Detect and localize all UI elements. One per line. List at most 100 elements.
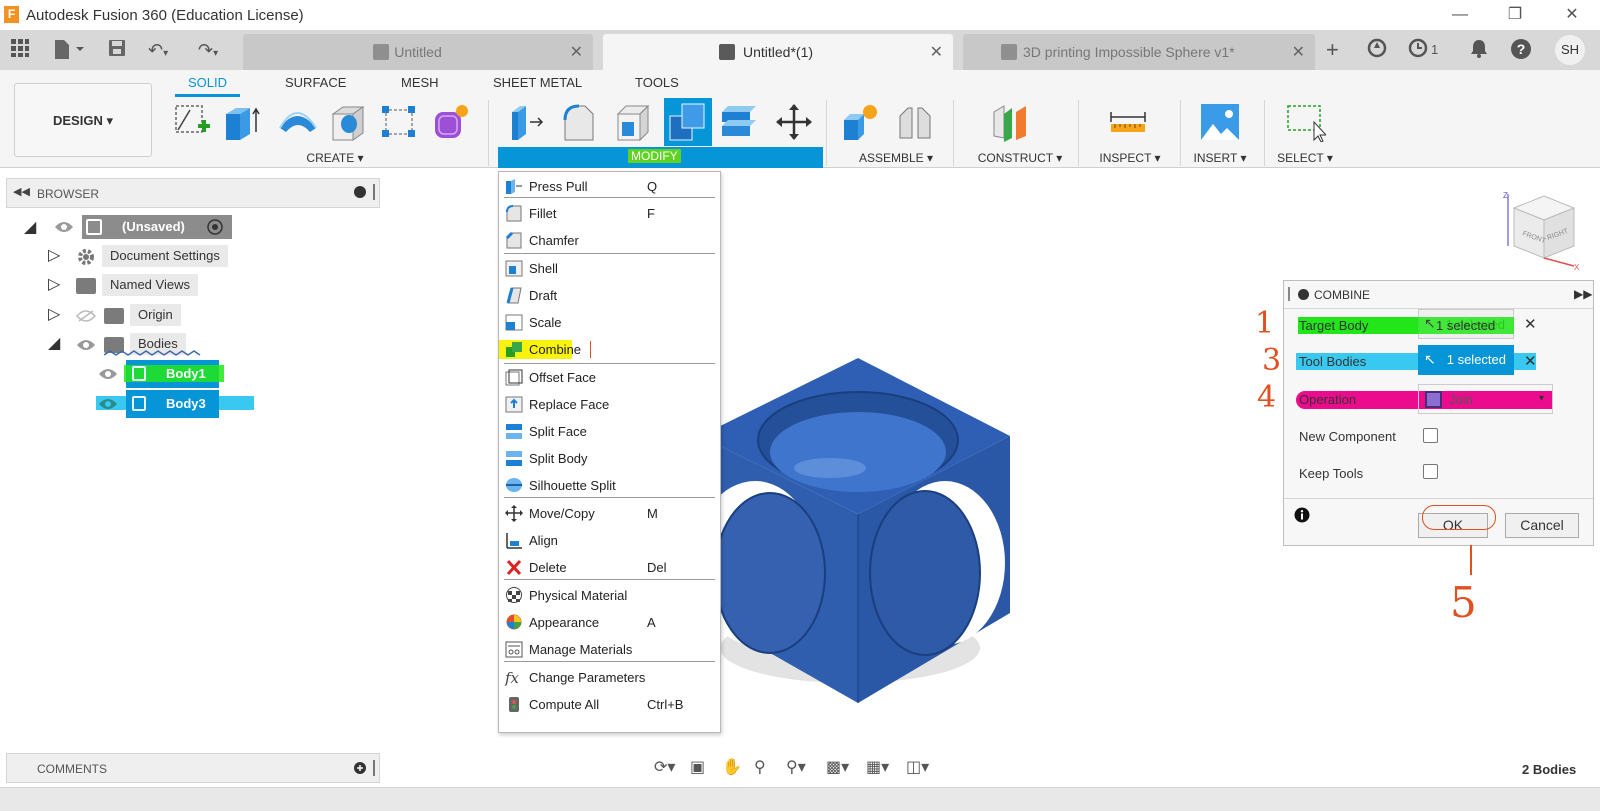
menu-item-split-body[interactable]: Split Body bbox=[499, 445, 720, 472]
tab-solid[interactable]: SOLID bbox=[188, 75, 227, 90]
pattern-icon[interactable] bbox=[378, 102, 420, 142]
menu-item-compute-all[interactable]: Compute All Ctrl+B bbox=[499, 691, 720, 718]
tab-untitled[interactable]: Untitled ✕ bbox=[243, 34, 593, 70]
menu-item-manage-materials[interactable]: Manage Materials bbox=[499, 636, 720, 663]
keep-tools-checkbox[interactable] bbox=[1423, 464, 1438, 479]
combine-icon[interactable] bbox=[664, 98, 712, 146]
tree-item-named-views[interactable]: ▷ Named Views bbox=[48, 274, 248, 298]
visibility-eye-icon[interactable] bbox=[76, 339, 96, 351]
collapse-browser-icon[interactable]: ◀◀ bbox=[13, 185, 30, 198]
expand-dialog-icon[interactable]: ▶▶ bbox=[1574, 287, 1592, 301]
job-status-icon[interactable] bbox=[1408, 38, 1428, 62]
extensions-icon[interactable] bbox=[1367, 38, 1387, 62]
measure-icon[interactable] bbox=[1107, 102, 1149, 142]
app-grid-icon[interactable] bbox=[10, 38, 30, 62]
viewports-icon[interactable]: ◫▾ bbox=[906, 757, 929, 777]
tab-sheet-metal[interactable]: SHEET METAL bbox=[493, 75, 582, 90]
tab-tools[interactable]: TOOLS bbox=[635, 75, 679, 90]
minimize-icon[interactable]: — bbox=[1440, 3, 1480, 27]
panel-grip-icon[interactable] bbox=[373, 760, 375, 776]
menu-item-chamfer[interactable]: Chamfer bbox=[499, 227, 720, 254]
user-avatar[interactable]: SH bbox=[1555, 35, 1585, 65]
menu-item-scale[interactable]: Scale bbox=[499, 309, 720, 336]
tree-item-bodies[interactable]: ◢ Bodies bbox=[48, 333, 248, 357]
comments-panel[interactable]: COMMENTS bbox=[6, 753, 380, 783]
joint-icon[interactable] bbox=[894, 102, 936, 142]
panel-grip-icon[interactable] bbox=[373, 184, 375, 200]
insert-menu[interactable]: INSERT ▾ bbox=[1185, 151, 1255, 165]
shell-icon[interactable] bbox=[612, 102, 654, 142]
hole-icon[interactable] bbox=[327, 102, 369, 142]
menu-item-delete[interactable]: Delete Del bbox=[499, 554, 720, 581]
select-window-icon[interactable] bbox=[1284, 102, 1328, 143]
restore-icon[interactable]: ❐ bbox=[1495, 3, 1535, 27]
clear-target-icon[interactable]: ✕ bbox=[1524, 315, 1537, 333]
create-form-icon[interactable] bbox=[430, 102, 472, 142]
browser-panel-header[interactable]: ◀◀ BROWSER bbox=[6, 178, 380, 208]
combine-dialog-header[interactable]: COMBINE ▶▶ bbox=[1284, 281, 1593, 309]
activate-component-icon[interactable] bbox=[206, 218, 224, 236]
menu-item-change-parameters[interactable]: fx Change Parameters bbox=[499, 664, 720, 691]
help-icon[interactable]: ? bbox=[1510, 38, 1532, 62]
tab-impossible-sphere[interactable]: 3D printing Impossible Sphere v1* ✕ bbox=[963, 34, 1315, 70]
grid-icon[interactable]: ▦▾ bbox=[866, 757, 889, 777]
visibility-eye-icon[interactable] bbox=[98, 368, 118, 380]
revolve-icon[interactable] bbox=[276, 102, 318, 142]
assemble-menu[interactable]: ASSEMBLE ▾ bbox=[846, 151, 946, 165]
file-menu-icon[interactable] bbox=[52, 38, 86, 62]
menu-item-press-pull[interactable]: Press Pull Q bbox=[499, 173, 720, 200]
menu-item-replace-face[interactable]: Replace Face bbox=[499, 391, 720, 418]
viewcube[interactable]: FRONT RIGHT Z X bbox=[1502, 190, 1582, 270]
new-component-icon[interactable] bbox=[840, 102, 882, 142]
add-comment-icon[interactable] bbox=[354, 762, 366, 774]
expand-triangle-icon[interactable]: ▷ bbox=[48, 274, 60, 294]
tree-item-body1[interactable]: Body1 bbox=[96, 360, 296, 388]
collapse-triangle-icon[interactable]: ◢ bbox=[24, 217, 36, 237]
save-icon[interactable] bbox=[107, 38, 127, 62]
fit-zoom-icon[interactable]: ⚲▾ bbox=[786, 757, 806, 777]
expand-triangle-icon[interactable]: ▷ bbox=[48, 245, 60, 265]
create-menu[interactable]: CREATE ▾ bbox=[295, 151, 375, 165]
menu-item-align[interactable]: Align bbox=[499, 527, 720, 554]
menu-item-draft[interactable]: Draft bbox=[499, 282, 720, 309]
close-tab-icon[interactable]: ✕ bbox=[930, 42, 943, 62]
menu-item-move-copy[interactable]: Move/Copy M bbox=[499, 500, 720, 527]
create-sketch-icon[interactable] bbox=[170, 102, 212, 142]
clear-tool-bodies-icon[interactable]: ✕ bbox=[1524, 352, 1537, 370]
new-tab-icon[interactable]: + bbox=[1326, 38, 1339, 62]
menu-item-offset-face[interactable]: Offset Face bbox=[499, 364, 720, 391]
menu-item-split-face[interactable]: Split Face bbox=[499, 418, 720, 445]
insert-image-icon[interactable] bbox=[1199, 102, 1241, 142]
operation-select[interactable]: Join ▾ bbox=[1418, 384, 1553, 414]
orbit-icon[interactable]: ⟳▾ bbox=[654, 757, 675, 777]
tab-untitled-1[interactable]: Untitled*(1) ✕ bbox=[603, 34, 953, 70]
select-menu[interactable]: SELECT ▾ bbox=[1270, 151, 1340, 165]
timeline-bar[interactable] bbox=[0, 787, 1600, 811]
tab-surface[interactable]: SURFACE bbox=[285, 75, 346, 90]
browser-root[interactable]: ◢ (Unsaved) bbox=[24, 215, 264, 239]
fillet-icon[interactable] bbox=[559, 102, 601, 142]
browser-minimize-icon[interactable] bbox=[354, 186, 366, 198]
close-tab-icon[interactable]: ✕ bbox=[1292, 42, 1305, 62]
visibility-eye-icon[interactable] bbox=[54, 221, 74, 233]
close-tab-icon[interactable]: ✕ bbox=[570, 42, 583, 62]
move-icon[interactable] bbox=[773, 102, 815, 142]
model-viewport[interactable] bbox=[700, 348, 1020, 713]
dialog-minimize-icon[interactable] bbox=[1298, 289, 1309, 300]
tree-item-origin[interactable]: ▷ Origin bbox=[48, 304, 248, 328]
press-pull-icon[interactable] bbox=[506, 102, 548, 142]
menu-item-physical-material[interactable]: Physical Material bbox=[499, 582, 720, 609]
menu-item-shell[interactable]: Shell bbox=[499, 255, 720, 282]
expand-triangle-icon[interactable]: ▷ bbox=[48, 304, 60, 324]
hidden-eye-icon[interactable] bbox=[76, 310, 96, 322]
tab-mesh[interactable]: MESH bbox=[401, 75, 439, 90]
menu-item-combine[interactable]: Combine bbox=[499, 336, 720, 363]
pan-hand-icon[interactable]: ✋ bbox=[722, 757, 742, 777]
notifications-icon[interactable] bbox=[1469, 38, 1489, 62]
workspace-switcher[interactable]: DESIGN ▾ bbox=[14, 83, 152, 157]
redo-icon[interactable]: ↷▾ bbox=[198, 38, 218, 62]
info-icon[interactable] bbox=[1294, 507, 1310, 523]
cancel-button[interactable]: Cancel bbox=[1505, 513, 1579, 538]
zoom-icon[interactable]: ⚲ bbox=[754, 757, 766, 777]
menu-item-appearance[interactable]: Appearance A bbox=[499, 609, 720, 636]
